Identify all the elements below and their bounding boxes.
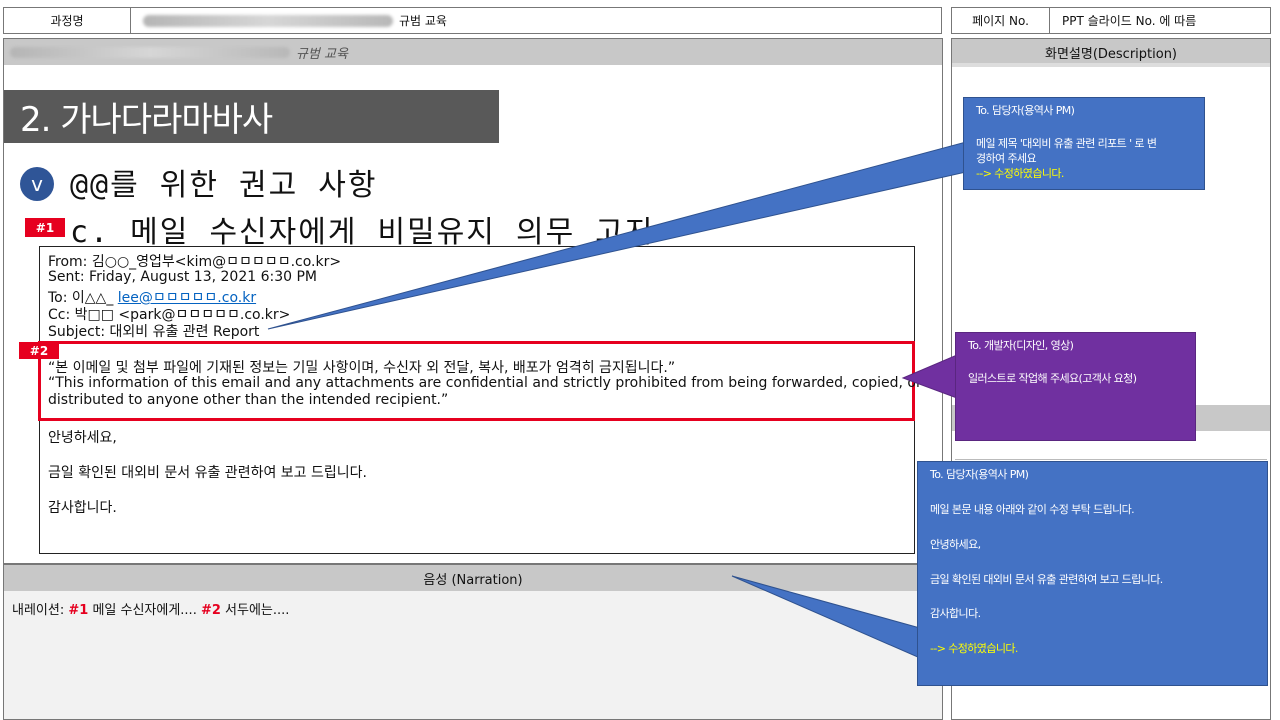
comment-1-line-1: 메일 제목 '대외비 유출 관련 리포트 ' 로 변 — [976, 136, 1157, 150]
review-comment-2[interactable]: To. 개발자(디자인, 영상) 일러스트로 작업해 주세요(고객사 요청) — [955, 332, 1196, 441]
comment-3-status: --> 수정하였습니다. — [930, 642, 1018, 656]
callout-pointer-2 — [901, 354, 958, 399]
comment-3-line-2: 안녕하세요, — [930, 537, 981, 551]
comment-3-to: To. 담당자(용역사 PM) — [930, 468, 1029, 481]
comment-3-line-3: 금일 확인된 대외비 문서 유출 관련하여 보고 드립니다. — [930, 572, 1163, 586]
review-comment-3[interactable]: To. 담당자(용역사 PM) 메일 본문 내용 아래와 같이 수정 부탁 드립… — [917, 461, 1268, 686]
comment-3-line-1: 메일 본문 내용 아래와 같이 수정 부탁 드립니다. — [930, 502, 1135, 516]
comment-1-line-2: 경하여 주세요 — [976, 151, 1037, 165]
review-comment-1[interactable]: To. 담당자(용역사 PM) 메일 제목 '대외비 유출 관련 리포트 ' 로… — [963, 97, 1205, 190]
comment-3-line-4: 감사합니다. — [930, 607, 981, 621]
comment-1-to: To. 담당자(용역사 PM) — [976, 104, 1075, 117]
callout-pointer-3 — [731, 575, 921, 659]
comment-2-to: To. 개발자(디자인, 영상) — [968, 339, 1074, 352]
callout-pointer-1 — [267, 141, 967, 330]
comment-2-line-1: 일러스트로 작업해 주세요(고객사 요청) — [968, 371, 1137, 385]
comment-1-status: --> 수정하였습니다. — [976, 166, 1064, 180]
